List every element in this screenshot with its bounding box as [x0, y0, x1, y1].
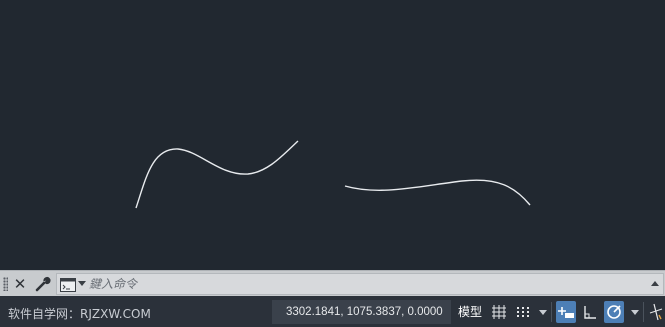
coordinate-readout[interactable]: 3302.1841, 1075.3837, 0.0000 [272, 300, 451, 324]
divider [643, 302, 644, 322]
command-input[interactable] [89, 274, 649, 294]
model-tab[interactable]: 模型 [454, 300, 486, 324]
snap-icon[interactable] [513, 301, 533, 323]
isodraft-icon[interactable] [646, 301, 665, 323]
divider [551, 302, 552, 322]
wrench-icon[interactable] [34, 275, 52, 293]
spline-right[interactable] [344, 179, 531, 206]
drawing-canvas[interactable] [0, 0, 665, 270]
drag-grip-icon[interactable] [3, 277, 8, 291]
spline-left[interactable] [135, 140, 299, 209]
snap-dropdown-icon[interactable] [539, 310, 547, 315]
polar-tracking-icon[interactable] [604, 301, 624, 323]
infer-constraints-icon[interactable] [556, 301, 576, 323]
close-icon[interactable]: ✕ [11, 274, 29, 294]
watermark-text: 软件自学网：RJZXW.COM [8, 307, 151, 321]
ortho-icon[interactable] [580, 301, 600, 323]
status-bar: 软件自学网：RJZXW.COM 3302.1841, 1075.3837, 0.… [0, 296, 665, 327]
chevron-down-icon[interactable] [78, 281, 86, 286]
command-input-container [56, 273, 664, 295]
chevron-up-icon[interactable] [651, 281, 659, 286]
command-line-bar: ✕ [0, 270, 665, 296]
command-prompt-icon[interactable] [60, 277, 76, 292]
polar-dropdown-icon[interactable] [631, 310, 639, 315]
grid-icon[interactable] [489, 301, 509, 323]
